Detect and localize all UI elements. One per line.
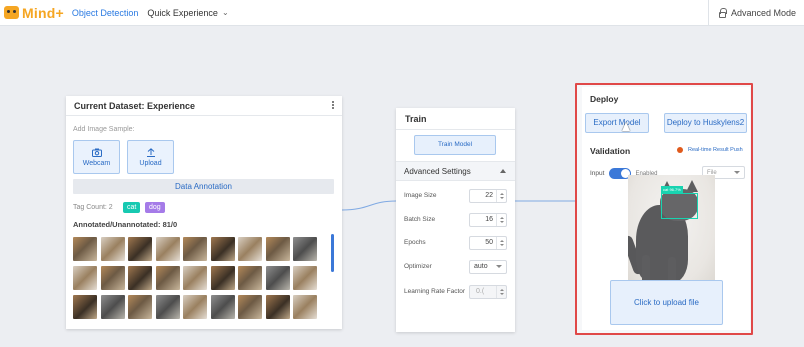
deploy-card-body: Deploy Export Model Deploy to Huskylens2… bbox=[582, 87, 750, 330]
stepper-arrows[interactable] bbox=[496, 213, 506, 226]
field-epochs: Epochs 50 bbox=[404, 235, 507, 250]
validation-title: Validation bbox=[590, 146, 631, 156]
select-value: auto bbox=[474, 263, 488, 270]
advanced-settings-label: Advanced Settings bbox=[404, 166, 471, 176]
detection-box bbox=[661, 193, 698, 219]
thumbnail[interactable] bbox=[265, 266, 290, 290]
export-model-button[interactable]: Export Model bbox=[585, 113, 649, 133]
field-image-size: Image Size 22 bbox=[404, 188, 507, 203]
thumbnail[interactable] bbox=[128, 266, 152, 290]
webcam-button[interactable]: Webcam bbox=[73, 140, 120, 174]
deploy-card: Deploy Export Model Deploy to Huskylens2… bbox=[575, 83, 753, 335]
learning-rate-stepper[interactable]: 0.( bbox=[469, 284, 507, 299]
annotated-count: Annotated/Unannotated: 81/0 bbox=[73, 220, 178, 229]
thumbnail[interactable] bbox=[210, 237, 235, 261]
train-title: Train bbox=[405, 113, 427, 124]
field-label: Batch Size bbox=[404, 216, 436, 223]
upload-file-area[interactable]: Click to upload file bbox=[610, 280, 723, 325]
epochs-stepper[interactable]: 50 bbox=[469, 235, 507, 250]
thumbnail[interactable] bbox=[128, 295, 152, 319]
deploy-title: Deploy bbox=[590, 94, 619, 104]
detection-label: cat 96.7% bbox=[661, 186, 683, 193]
realtime-push-toggle[interactable]: Real-time Result Push bbox=[677, 147, 743, 153]
dataset-card: Current Dataset: Experience Add Image Sa… bbox=[66, 96, 342, 329]
thumbnail[interactable] bbox=[155, 266, 180, 290]
thumbnail[interactable] bbox=[265, 237, 290, 261]
field-label: Epochs bbox=[404, 239, 426, 246]
thumbnail[interactable] bbox=[73, 266, 97, 290]
train-model-button[interactable]: Train Model bbox=[414, 135, 496, 155]
thumbnail[interactable] bbox=[183, 237, 207, 261]
dataset-card-header: Current Dataset: Experience bbox=[66, 96, 342, 116]
stepper-arrows[interactable] bbox=[496, 285, 506, 298]
upload-label: Upload bbox=[139, 159, 162, 167]
thumbnail[interactable] bbox=[183, 266, 207, 290]
status-dot-icon bbox=[677, 147, 683, 153]
thumbnail[interactable] bbox=[293, 295, 317, 319]
thumbnail[interactable] bbox=[100, 295, 125, 319]
train-card: Train Train Model Advanced Settings Imag… bbox=[396, 108, 515, 332]
thumbnail[interactable] bbox=[73, 295, 97, 319]
upload-icon bbox=[146, 147, 155, 157]
thumbnail[interactable] bbox=[100, 266, 125, 290]
optimizer-select[interactable]: auto bbox=[469, 259, 507, 274]
batch-size-stepper[interactable]: 16 bbox=[469, 212, 507, 227]
field-learning-rate: Learning Rate Factor 0.( bbox=[404, 284, 507, 299]
stepper-value: 50 bbox=[485, 239, 493, 246]
thumbnail[interactable] bbox=[238, 266, 262, 290]
field-label: Image Size bbox=[404, 192, 437, 199]
field-label: Learning Rate Factor bbox=[404, 288, 466, 295]
camera-icon bbox=[91, 148, 102, 157]
stepper-value: 22 bbox=[485, 192, 493, 199]
thumbnail[interactable] bbox=[73, 237, 97, 261]
tag-count: Tag Count: 2 bbox=[73, 204, 113, 211]
webcam-label: Webcam bbox=[82, 159, 111, 167]
thumbnail[interactable] bbox=[183, 295, 207, 319]
thumbnail[interactable] bbox=[265, 295, 290, 319]
thumbnail[interactable] bbox=[155, 237, 180, 261]
more-options-icon[interactable] bbox=[332, 101, 334, 110]
thumbnail[interactable] bbox=[238, 295, 262, 319]
thumbnail[interactable] bbox=[293, 237, 317, 261]
wire-dataset-train bbox=[341, 200, 397, 211]
data-annotation-button[interactable]: Data Annotation bbox=[73, 179, 334, 194]
thumbnail[interactable] bbox=[128, 237, 152, 261]
tag-cat[interactable]: cat bbox=[123, 202, 141, 213]
chevron-up-icon bbox=[500, 169, 506, 173]
stepper-value: 0.( bbox=[476, 288, 485, 295]
field-batch-size: Batch Size 16 bbox=[404, 212, 507, 227]
dataset-title: Current Dataset: Experience bbox=[74, 100, 196, 111]
field-optimizer: Optimizer auto bbox=[404, 259, 507, 274]
thumbnail[interactable] bbox=[238, 237, 262, 261]
thumbnail[interactable] bbox=[100, 237, 125, 261]
train-card-header: Train bbox=[396, 108, 515, 130]
stepper-arrows[interactable] bbox=[496, 189, 506, 202]
stepper-arrows[interactable] bbox=[496, 236, 506, 249]
chevron-down-icon bbox=[734, 171, 740, 174]
thumbnail[interactable] bbox=[155, 295, 180, 319]
tag-dog[interactable]: dog bbox=[145, 202, 165, 213]
mouse-cursor-icon bbox=[622, 122, 630, 131]
add-sample-label: Add Image Sample: bbox=[73, 126, 135, 133]
thumbnail[interactable] bbox=[293, 266, 317, 290]
scrollbar[interactable] bbox=[331, 234, 334, 272]
advanced-settings-header[interactable]: Advanced Settings bbox=[396, 161, 515, 181]
validation-image: cat 96.7% bbox=[628, 175, 715, 285]
stepper-value: 16 bbox=[485, 216, 493, 223]
upload-button[interactable]: Upload bbox=[127, 140, 174, 174]
field-label: Optimizer bbox=[404, 263, 432, 270]
input-label: Input bbox=[590, 170, 605, 177]
thumbnail[interactable] bbox=[210, 266, 235, 290]
deploy-huskylens2-button[interactable]: Deploy to Huskylens2 bbox=[664, 113, 747, 133]
thumbnail[interactable] bbox=[210, 295, 235, 319]
chevron-down-icon bbox=[496, 265, 502, 268]
realtime-push-label: Real-time Result Push bbox=[688, 147, 743, 153]
image-size-stepper[interactable]: 22 bbox=[469, 188, 507, 203]
thumbnail-grid bbox=[73, 237, 323, 319]
